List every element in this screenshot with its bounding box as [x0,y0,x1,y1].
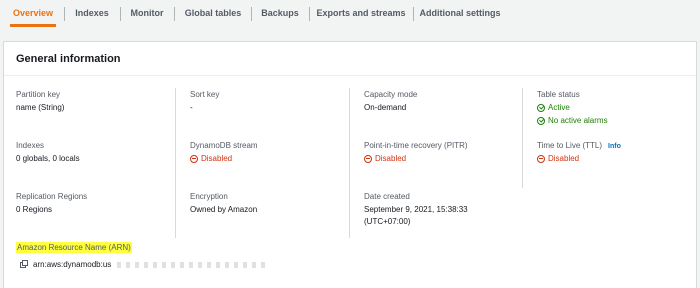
sort-key-value: - [190,103,193,112]
column-divider [349,88,350,238]
replication-regions-value: 0 Regions [16,205,53,214]
tab-backups[interactable]: Backups [257,0,303,27]
check-circle-icon [537,116,545,125]
dynamodb-stream-label: DynamoDB stream [190,141,258,150]
tab-divider [174,7,175,21]
date-created-label: Date created [364,192,410,201]
ttl-status: Disabled [537,154,579,163]
ttl-label-row: Time to Live (TTL) Info [537,141,621,150]
replication-regions-label: Replication Regions [16,192,88,201]
panel-header: General information [4,42,696,76]
pitr-status: Disabled [364,154,406,163]
sort-key-label: Sort key [190,90,220,99]
capacity-mode-label: Capacity mode [364,90,418,99]
arn-label: Amazon Resource Name (ARN) [16,242,132,253]
tab-divider [413,7,414,21]
ttl-label: Time to Live (TTL) [537,141,603,150]
tab-exports-and-streams[interactable]: Exports and streams [315,0,407,27]
dynamodb-stream-status: Disabled [190,154,232,163]
date-created-value: September 9, 2021, 15:38:33 [364,205,468,214]
tab-monitor[interactable]: Monitor [126,0,168,27]
partition-key-label: Partition key [16,90,61,99]
column-divider [522,88,523,188]
table-status-label: Table status [537,90,580,99]
tab-overview[interactable]: Overview [8,0,58,27]
tab-divider [120,7,121,21]
encryption-label: Encryption [190,192,228,201]
tab-bar: Overview Indexes Monitor Global tables B… [0,0,700,27]
arn-value: arn:aws:dynamodb:us [33,260,112,269]
alarms-status: No active alarms [537,116,608,125]
indexes-label: Indexes [16,141,45,150]
date-created-timezone: (UTC+07:00) [364,217,411,226]
pitr-value: Disabled [375,154,407,163]
copy-icon[interactable] [20,260,29,269]
check-circle-icon [537,103,545,112]
tab-additional-settings[interactable]: Additional settings [419,0,501,27]
tab-divider [251,7,252,21]
dynamodb-stream-value: Disabled [201,154,233,163]
minus-circle-icon [537,154,545,163]
ttl-info-link[interactable]: Info [608,143,621,150]
arn-redacted [117,261,268,268]
partition-key-value: name (String) [16,103,65,112]
panel-title: General information [16,53,121,65]
encryption-value: Owned by Amazon [190,205,258,214]
tab-indexes[interactable]: Indexes [70,0,114,27]
alarms-value: No active alarms [548,116,608,125]
arn-row: arn:aws:dynamodb:us [20,260,268,269]
minus-circle-icon [364,154,372,163]
ttl-value: Disabled [548,154,580,163]
minus-circle-icon [190,154,198,163]
pitr-label: Point-in-time recovery (PITR) [364,141,468,150]
capacity-mode-value: On-demand [364,103,407,112]
tab-divider [64,7,65,21]
tab-global-tables[interactable]: Global tables [181,0,245,27]
table-status-value: Active [548,103,570,112]
tab-divider [309,7,310,21]
table-status-active: Active [537,103,570,112]
general-information-panel: General information Partition key name (… [3,41,697,288]
indexes-value: 0 globals, 0 locals [16,154,80,163]
column-divider [175,88,176,238]
